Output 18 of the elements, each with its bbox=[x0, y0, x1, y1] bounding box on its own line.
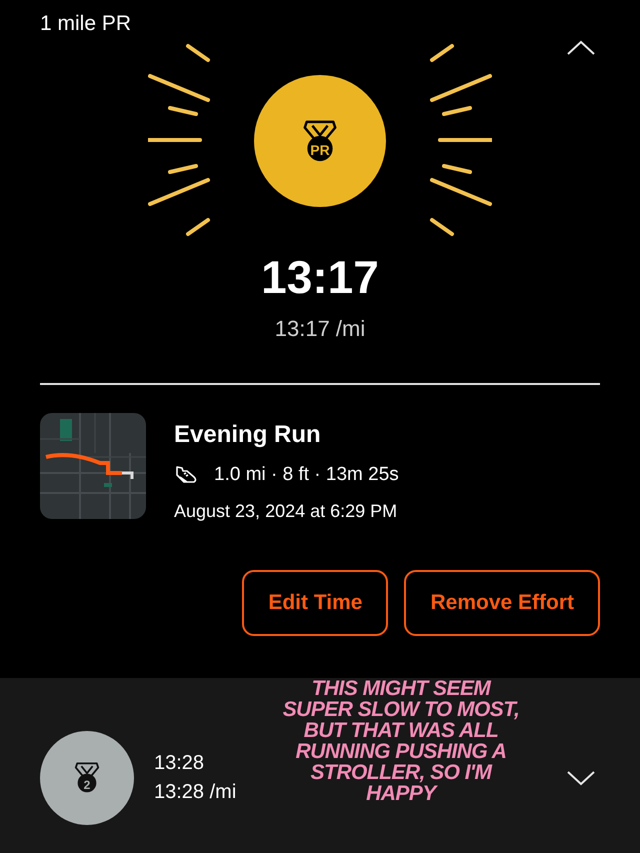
collapse-chevron-icon[interactable] bbox=[566, 40, 596, 56]
pr-time: 13:17 bbox=[260, 254, 380, 300]
medal-label: PR bbox=[310, 142, 330, 157]
medal-icon bbox=[301, 120, 339, 162]
section-title: 1 mile PR bbox=[40, 11, 132, 37]
shoe-icon bbox=[174, 465, 198, 486]
expand-chevron-icon[interactable] bbox=[566, 770, 596, 786]
effort-time: 13:28 bbox=[154, 750, 206, 776]
handwritten-note: THIS MIGHT SEEM SUPER SLOW TO MOST, BUT THAT WAS ALL RUNNING PUSHING A STROLLER, SO I'M HAPPY bbox=[282, 678, 520, 804]
remove-effort-button[interactable]: Remove Effort bbox=[404, 570, 600, 636]
medal-label: 2 bbox=[84, 778, 90, 791]
medal-icon bbox=[73, 762, 101, 793]
edit-time-button[interactable]: Edit Time bbox=[242, 570, 388, 636]
pr-pace: 13:17 /mi bbox=[274, 315, 366, 343]
activity-name[interactable]: Evening Run bbox=[174, 417, 399, 453]
effort-pace: 13:28 /mi bbox=[154, 780, 236, 804]
activity-date: August 23, 2024 at 6:29 PM bbox=[174, 500, 398, 523]
activity-stats: 1.0 mi · 8 ft · 13m 25s bbox=[214, 463, 399, 487]
